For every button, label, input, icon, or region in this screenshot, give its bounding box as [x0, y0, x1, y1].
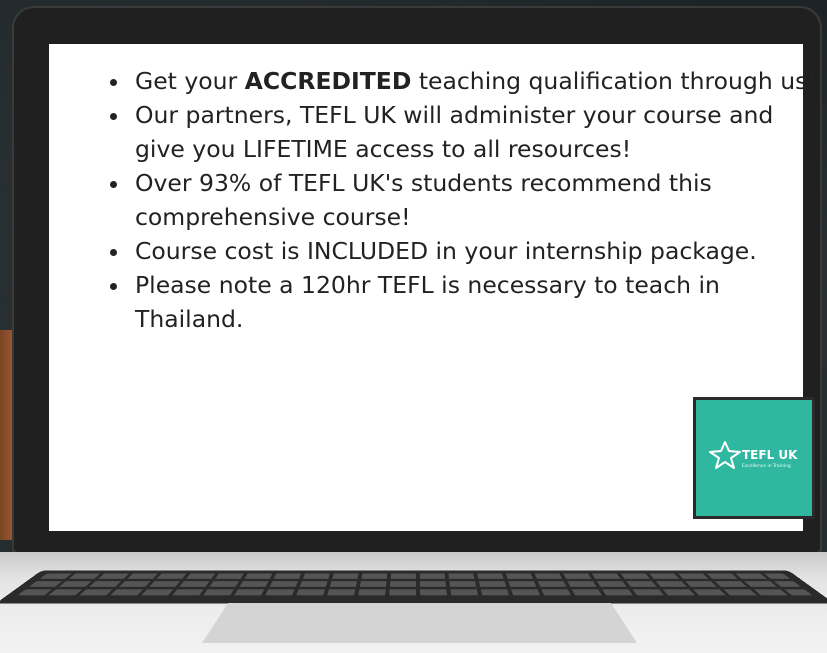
- list-item: Over 93% of TEFL UK's students recommend…: [131, 166, 821, 234]
- list-item: Get your ACCREDITED teaching qualificati…: [131, 64, 821, 98]
- trackpad: [202, 603, 637, 643]
- key-row: [17, 589, 813, 596]
- list-item: Please note a 120hr TEFL is necessary to…: [131, 268, 821, 336]
- laptop-screen: Get your ACCREDITED teaching qualificati…: [49, 44, 817, 531]
- key-row: [39, 573, 791, 579]
- star-outline-icon: [709, 441, 741, 469]
- laptop-bezel: Get your ACCREDITED teaching qualificati…: [12, 6, 822, 554]
- benefits-list: Get your ACCREDITED teaching qualificati…: [107, 64, 821, 336]
- logo-title: TEFL UK: [742, 448, 798, 462]
- key-row: [28, 581, 802, 587]
- logo-tagline: Excellence in Training: [742, 464, 791, 469]
- tefl-uk-logo[interactable]: TEFL UK Excellence in Training: [693, 397, 815, 519]
- accredited-highlight: ACCREDITED: [244, 67, 412, 95]
- list-item: Our partners, TEFL UK will administer yo…: [131, 98, 821, 166]
- keyboard: [0, 570, 827, 604]
- list-item: Course cost is INCLUDED in your internsh…: [131, 234, 821, 268]
